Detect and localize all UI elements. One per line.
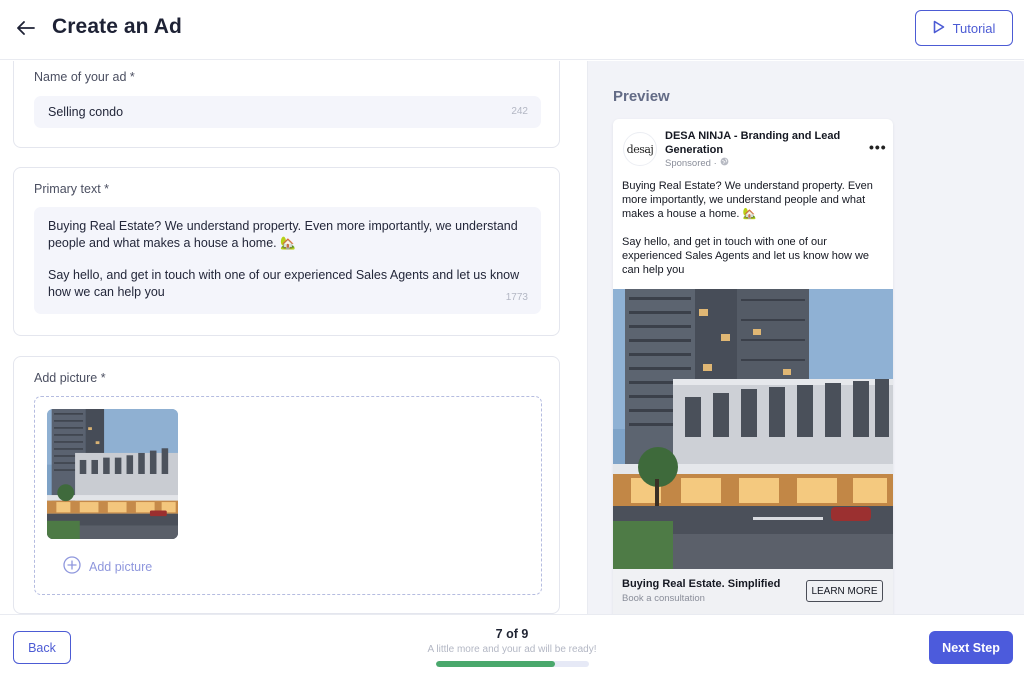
add-picture-button[interactable]: Add picture (63, 556, 152, 577)
back-arrow-icon[interactable] (14, 16, 38, 40)
tutorial-button[interactable]: Tutorial (915, 10, 1013, 46)
step-counter: 7 of 9 (495, 627, 529, 641)
sponsored-label: Sponsored · (665, 157, 729, 169)
ad-headline: Buying Real Estate. Simplified (622, 578, 781, 590)
preview-pane: Preview desaj DESA NINJA - Branding and … (587, 61, 1024, 614)
sponsored-text: Sponsored · (665, 157, 717, 169)
ad-name-value: Selling condo (48, 105, 124, 119)
page-logo: desaj (623, 132, 657, 166)
picture-drop-zone[interactable]: Add picture (34, 396, 542, 595)
progress-bar (436, 661, 589, 667)
tutorial-label: Tutorial (952, 20, 996, 36)
step-hint: A little more and your ad will be ready! (427, 644, 597, 655)
add-picture-label: Add picture * (34, 371, 106, 385)
learn-more-button[interactable]: LEARN MORE (806, 580, 883, 602)
more-options-icon[interactable]: ••• (869, 139, 887, 155)
primary-text-input[interactable]: Buying Real Estate? We understand proper… (34, 207, 541, 314)
page-title: Create an Ad (52, 15, 182, 38)
primary-text-counter: 1773 (505, 291, 528, 303)
ad-name-counter: 242 (511, 106, 528, 117)
ad-description: Book a consultation (622, 593, 705, 604)
primary-text-line: Buying Real Estate? We understand proper… (48, 219, 518, 233)
ad-body-text: Buying Real Estate? We understand proper… (622, 180, 873, 276)
add-picture-card: Add picture * Add picture (13, 356, 560, 614)
ad-preview-card: desaj DESA NINJA - Branding and Lead Gen… (613, 119, 893, 614)
primary-text-line: how we can help you (48, 284, 165, 299)
ad-name-input[interactable]: Selling condo 242 (34, 96, 541, 128)
ad-name-card: Name of your ad * Selling condo 242 (13, 61, 560, 148)
play-icon (933, 20, 945, 37)
ad-footer: Buying Real Estate. Simplified Book a co… (613, 569, 893, 614)
ad-form: Name of your ad * Selling condo 242 Prim… (0, 61, 587, 614)
add-picture-text: Add picture (89, 559, 153, 574)
bottom-bar: Back 7 of 9 A little more and your ad wi… (0, 614, 1024, 673)
primary-text-line: Say hello, and get in touch with one of … (48, 268, 520, 282)
next-step-button[interactable]: Next Step (929, 631, 1013, 664)
preview-title: Preview (613, 88, 670, 105)
globe-icon (720, 157, 729, 169)
plus-circle-icon (63, 556, 81, 577)
progress-fill (436, 661, 556, 667)
primary-text-card: Primary text * Buying Real Estate? We un… (13, 167, 560, 336)
ad-name-label: Name of your ad * (34, 70, 135, 84)
page-name: DESA NINJA - Branding and Lead Generatio… (665, 130, 841, 156)
primary-text-label: Primary text * (34, 182, 110, 196)
ad-image (613, 289, 893, 569)
primary-text-line: people and what makes a house a home. 🏡 (48, 235, 296, 250)
uploaded-picture-thumbnail[interactable] (47, 409, 178, 539)
top-bar: Create an Ad Tutorial (0, 0, 1024, 60)
